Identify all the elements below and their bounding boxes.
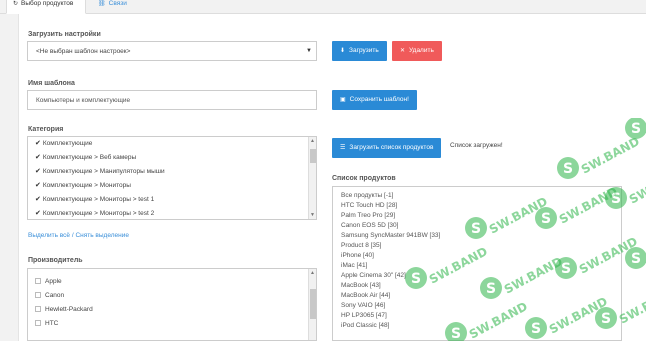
settings-template-select[interactable]: <Не выбран шаблон настроек> ▼ <box>27 41 317 61</box>
scroll-up-icon[interactable]: ▲ <box>310 270 315 276</box>
tab-label: Связи <box>108 0 127 7</box>
products-label: Список продуктов <box>332 175 396 182</box>
checkbox[interactable] <box>35 278 41 284</box>
delete-button-label: Удалить <box>409 47 434 54</box>
refresh-icon: ↻ <box>13 1 19 7</box>
load-products-button[interactable]: ☰ Загрузить список продуктов <box>332 138 442 158</box>
caret-down-icon: ▼ <box>306 48 312 54</box>
link-icon: ⛓ <box>98 1 106 7</box>
list-item[interactable]: ✔ Комплектующие <box>28 137 316 151</box>
list-item[interactable]: iPod Classic [48] <box>333 321 621 331</box>
check-icon: ✔ <box>35 182 41 189</box>
list-item[interactable]: ✔ Комплектующие > Манипуляторы мыши <box>28 165 316 179</box>
list-item[interactable]: HP LP3065 [47] <box>333 311 621 321</box>
tab-label: Выбор продуктов <box>21 0 74 7</box>
save-template-button[interactable]: ▣ Сохранить шаблон! <box>332 90 417 110</box>
scroll-up-icon[interactable]: ▲ <box>310 138 315 144</box>
list-icon: ☰ <box>340 145 346 151</box>
list-item[interactable]: iMac [41] <box>333 261 621 271</box>
select-all-link[interactable]: Выделить всё / Снять выделение <box>28 232 129 239</box>
template-name-label: Имя шаблона <box>28 80 75 87</box>
check-icon: ✔ <box>35 196 41 203</box>
download-icon: ⬇ <box>340 48 346 54</box>
list-item[interactable]: ✔ Комплектующие > Мониторы <box>28 179 316 193</box>
scroll-down-icon[interactable]: ▼ <box>310 212 315 218</box>
checkbox[interactable] <box>35 292 41 298</box>
select-value: <Не выбран шаблон настроек> <box>36 48 131 55</box>
products-listbox[interactable]: Все продукты [-1] HTC Touch HD [28] Palm… <box>332 186 622 341</box>
list-item[interactable]: HTC <box>28 317 316 331</box>
delete-button[interactable]: ✕ Удалить <box>392 41 442 61</box>
tab-bar: ↻ Выбор продуктов ⛓ Связи <box>0 0 646 14</box>
list-item[interactable]: iPhone [40] <box>333 251 621 261</box>
manufacturer-label: Производитель <box>28 257 83 264</box>
checkbox[interactable] <box>35 306 41 312</box>
list-item[interactable]: Все продукты [-1] <box>333 191 621 201</box>
category-listbox[interactable]: ✔ Комплектующие ✔ Комплектующие > Веб каме… <box>27 136 317 220</box>
list-item[interactable]: MacBook Air [44] <box>333 291 621 301</box>
list-item[interactable]: ✔ Комплектующие > Мониторы > test 1 <box>28 193 316 207</box>
list-item[interactable]: Apple <box>28 275 316 289</box>
scroll-thumb[interactable] <box>310 149 316 163</box>
check-icon: ✔ <box>35 168 41 175</box>
list-item[interactable]: Samsung SyncMaster 941BW [33] <box>333 231 621 241</box>
template-name-input[interactable]: Компьютеры и комплектующие <box>27 90 317 110</box>
load-settings-label: Загрузить настройки <box>28 31 101 38</box>
template-name-value: Компьютеры и комплектующие <box>36 97 131 104</box>
list-item[interactable]: HTC Touch HD [28] <box>333 201 621 211</box>
close-icon: ✕ <box>400 48 406 54</box>
list-item[interactable]: MacBook [43] <box>333 281 621 291</box>
list-item[interactable]: Sony VAIO [46] <box>333 301 621 311</box>
save-template-label: Сохранить шаблон! <box>349 96 409 103</box>
save-icon: ▣ <box>340 97 346 103</box>
scrollbar[interactable]: ▲ ▼ <box>308 137 316 219</box>
list-item[interactable]: Hewlett-Packard <box>28 303 316 317</box>
list-item[interactable]: Apple Cinema 30" [42] <box>333 271 621 281</box>
load-button[interactable]: ⬇ Загрузить <box>332 41 387 61</box>
load-button-label: Загрузить <box>349 47 379 54</box>
list-item[interactable]: ✔ Комплектующие > Веб камеры <box>28 151 316 165</box>
tab-product-selection[interactable]: ↻ Выбор продуктов <box>6 0 86 14</box>
category-label: Категория <box>28 126 64 133</box>
check-icon: ✔ <box>35 140 41 147</box>
tab-links[interactable]: ⛓ Связи <box>92 0 133 14</box>
list-item[interactable]: ✔ Комплектующие > Мониторы > test 2 <box>28 207 316 219</box>
list-item[interactable]: Canon <box>28 289 316 303</box>
list-item[interactable]: Canon EOS 5D [30] <box>333 221 621 231</box>
list-item[interactable]: Palm Treo Pro [29] <box>333 211 621 221</box>
checkbox[interactable] <box>35 320 41 326</box>
check-icon: ✔ <box>35 154 41 161</box>
list-item[interactable]: Product 8 [35] <box>333 241 621 251</box>
load-products-label: Загрузить список продуктов <box>349 144 434 151</box>
scrollbar[interactable]: ▲ <box>308 269 316 340</box>
manufacturer-listbox[interactable]: Apple Canon Hewlett-Packard HTC ▲ <box>27 268 317 341</box>
scroll-thumb[interactable] <box>310 289 316 319</box>
load-status: Список загружен! <box>450 142 503 149</box>
check-icon: ✔ <box>35 210 41 217</box>
